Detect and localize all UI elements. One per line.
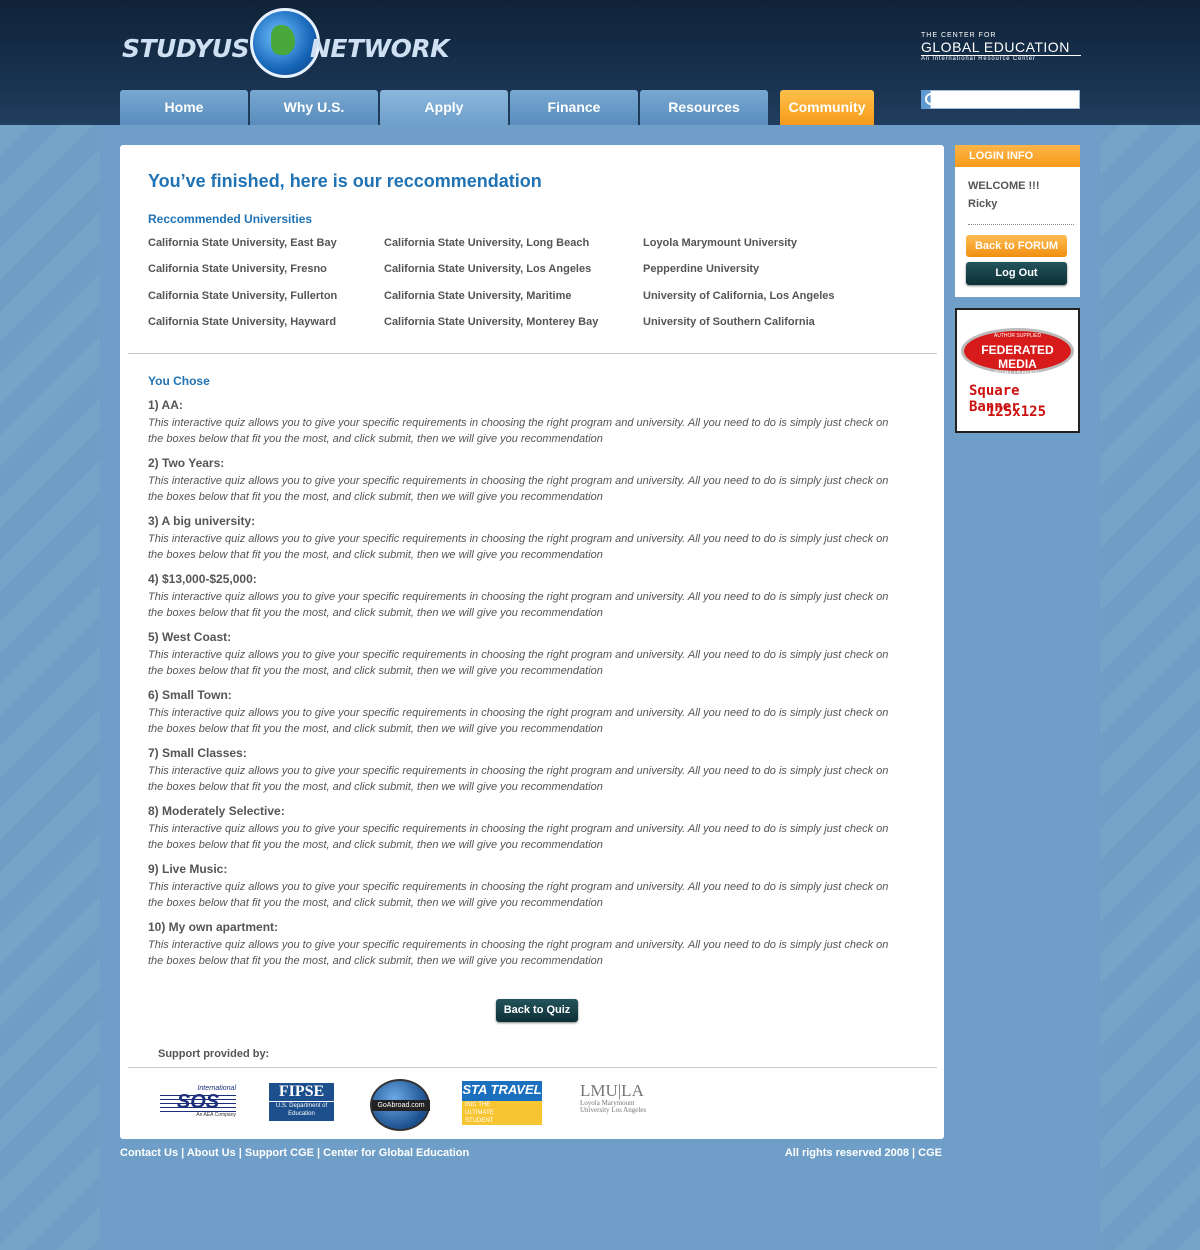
choice-description: This interactive quiz allows you to give… — [148, 591, 889, 619]
federated-media-logo: AUTHOR SUPPLIED FEDERATED MEDIA PUBLISHI… — [961, 328, 1074, 377]
choice-title: 4) $13,000-$25,000: — [148, 572, 257, 586]
international-sos-logo[interactable]: International SOS An AEA Company — [160, 1085, 236, 1123]
nav-tab-home[interactable]: Home — [120, 90, 248, 125]
choice-description: This interactive quiz allows you to give… — [148, 475, 889, 503]
recommended-heading: Reccommended Universities — [148, 212, 313, 226]
sos-sub-text: An AEA Company — [196, 1112, 236, 1118]
cge-logo[interactable]: THE CENTER FOR GLOBAL EDUCATION An Inter… — [921, 32, 1081, 62]
university-link[interactable]: Pepperdine University — [643, 263, 759, 275]
logo-text-right: NETWORK — [310, 34, 450, 63]
cge-logo-sub: An International Resource Center — [921, 56, 1036, 62]
lmu-sub-text: Loyola Marymount University Los Angeles — [580, 1099, 647, 1114]
choice-description: This interactive quiz allows you to give… — [148, 823, 889, 851]
fm-top-text: AUTHOR SUPPLIED — [993, 333, 1042, 339]
cge-logo-main: GLOBAL EDUCATION — [921, 39, 1081, 56]
choice-title: 10) My own apartment: — [148, 920, 279, 934]
choice-description: This interactive quiz allows you to give… — [148, 533, 889, 561]
footer-links[interactable]: Contact Us | About Us | Support CGE | Ce… — [120, 1147, 469, 1159]
choice-title: 6) Small Town: — [148, 688, 232, 702]
choice-title: 2) Two Years: — [148, 456, 225, 470]
search-icon[interactable] — [921, 90, 937, 109]
nav-tab-community[interactable]: Community — [780, 90, 874, 125]
main-content-panel: You’ve finished, here is our reccommenda… — [120, 145, 944, 1139]
welcome-text: WELCOME !!! — [968, 180, 1040, 192]
username: Ricky — [968, 198, 998, 210]
choice-title: 9) Live Music: — [148, 862, 228, 876]
fm-publishing-text: PUBLISHING — [994, 371, 1041, 377]
support-divider — [128, 1067, 937, 1068]
logout-button[interactable]: Log Out — [966, 262, 1067, 285]
login-info-heading: LOGIN INFO — [955, 145, 1080, 167]
university-link[interactable]: California State University, Monterey Ba… — [384, 316, 598, 328]
choice-description: This interactive quiz allows you to give… — [148, 707, 889, 735]
choice-title: 5) West Coast: — [148, 630, 232, 644]
lmu-la-logo[interactable]: LMU|LA Loyola Marymount University Los A… — [580, 1082, 660, 1122]
choice-description: This interactive quiz allows you to give… — [148, 881, 889, 909]
login-info-panel: LOGIN INFO WELCOME !!! Ricky Back to FOR… — [955, 145, 1080, 297]
choice-title: 1) AA: — [148, 398, 183, 412]
university-link[interactable]: California State University, Long Beach — [384, 237, 589, 249]
login-divider — [968, 224, 1074, 225]
university-link[interactable]: University of California, Los Angeles — [643, 290, 835, 302]
university-link[interactable]: Loyola Marymount University — [643, 237, 797, 249]
nav-tab-apply[interactable]: Apply — [380, 90, 508, 125]
choice-title: 3) A big university: — [148, 514, 256, 528]
support-label: Support provided by: — [158, 1048, 270, 1060]
square-banner-ad[interactable]: AUTHOR SUPPLIED FEDERATED MEDIA PUBLISHI… — [955, 308, 1080, 433]
university-link[interactable]: California State University, Los Angeles — [384, 263, 591, 275]
sta-travel-logo[interactable]: STA TRAVEL ISIC THE ULTIMATE STUDENT TRA… — [462, 1081, 542, 1132]
cge-logo-top: THE CENTER FOR — [921, 32, 997, 39]
sos-main-text: SOS — [160, 1092, 236, 1112]
university-link[interactable]: California State University, Maritime — [384, 290, 571, 302]
university-link[interactable]: California State University, Fullerton — [148, 290, 337, 302]
choice-title: 7) Small Classes: — [148, 746, 247, 760]
site-header: STUDYUS NETWORK THE CENTER FOR GLOBAL ED… — [0, 0, 1200, 125]
search-input[interactable] — [930, 90, 1080, 109]
fipse-logo[interactable]: FIPSE U.S. Department of Education — [269, 1083, 334, 1121]
you-chose-heading: You Chose — [148, 374, 210, 388]
goabroad-logo[interactable]: GoAbroad.com — [370, 1079, 430, 1131]
choice-title: 8) Moderately Selective: — [148, 804, 285, 818]
lmu-main-text: LMU|LA — [580, 1081, 644, 1100]
choice-description: This interactive quiz allows you to give… — [148, 417, 889, 445]
back-to-forum-button[interactable]: Back to FORUM — [966, 235, 1067, 257]
choice-description: This interactive quiz allows you to give… — [148, 765, 889, 793]
logo-text-left: STUDYUS — [122, 34, 250, 63]
banner-line-2: 125x125 — [987, 404, 1047, 420]
choice-description: This interactive quiz allows you to give… — [148, 649, 889, 677]
search-box — [921, 90, 1080, 109]
fipse-main-text: FIPSE — [269, 1083, 334, 1102]
main-nav: Home Why U.S. Apply Finance Resources Co… — [120, 90, 876, 125]
nav-tab-resources[interactable]: Resources — [640, 90, 768, 125]
goabroad-text: GoAbroad.com — [372, 1100, 430, 1111]
fipse-sub-text: U.S. Department of Education — [275, 1103, 328, 1117]
section-divider — [128, 353, 937, 354]
university-link[interactable]: California State University, Hayward — [148, 316, 336, 328]
sta-main-text: STA TRAVEL — [462, 1082, 542, 1097]
nav-tab-finance[interactable]: Finance — [510, 90, 638, 125]
back-to-quiz-button[interactable]: Back to Quiz — [496, 999, 578, 1022]
choice-description: This interactive quiz allows you to give… — [148, 939, 889, 967]
footer-copyright: All rights reserved 2008 | CGE — [784, 1147, 942, 1159]
fm-name-text: FEDERATED MEDIA — [981, 343, 1054, 371]
university-link[interactable]: California State University, Fresno — [148, 263, 327, 275]
nav-tab-why-us[interactable]: Why U.S. — [250, 90, 378, 125]
university-link[interactable]: California State University, East Bay — [148, 237, 337, 249]
studyus-network-logo[interactable]: STUDYUS NETWORK — [122, 8, 450, 80]
university-link[interactable]: University of Southern California — [643, 316, 815, 328]
page-title: You’ve finished, here is our reccommenda… — [148, 171, 542, 191]
sta-sub-text: ISIC THE ULTIMATE STUDENT TRAVEL CARD — [465, 1102, 507, 1132]
